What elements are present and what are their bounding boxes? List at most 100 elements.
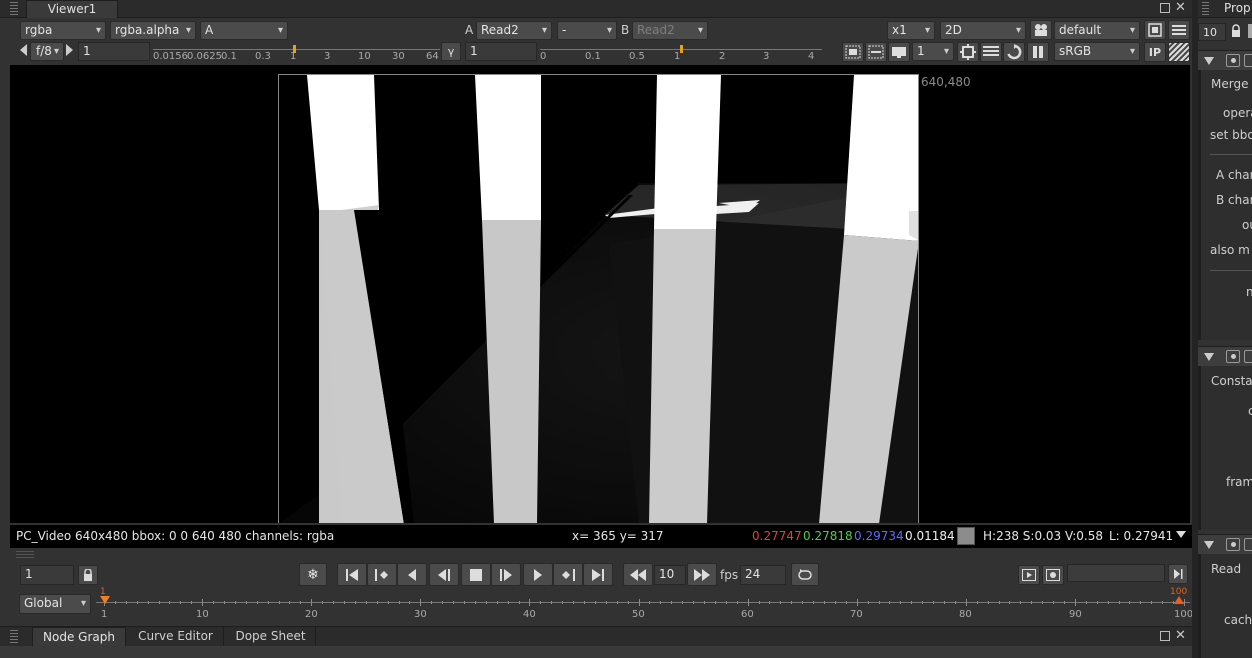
colorspace-dropdown[interactable]: sRGB [1054, 42, 1140, 61]
fps-input[interactable]: 24 [740, 565, 786, 585]
out-point-icon[interactable] [1174, 596, 1184, 604]
timeline-tick-label: 1 [101, 609, 108, 620]
pause-icon[interactable] [1027, 42, 1049, 62]
timeline-end-button[interactable] [1168, 564, 1188, 584]
zoom-dropdown[interactable]: x1 [887, 21, 935, 40]
proxy-monitor-icon[interactable] [888, 42, 910, 62]
close-bottom-pane-icon[interactable]: ✕ [1175, 628, 1186, 643]
stop-button[interactable] [461, 563, 491, 586]
timeline-tick [1020, 601, 1021, 604]
timeline-bar[interactable]: 1 10 20 30 40 50 60 70 80 90 100 1 100 [96, 587, 1193, 624]
constant-panel-header[interactable] [1198, 346, 1252, 366]
status-menu-icon[interactable] [1176, 531, 1186, 538]
play-forward-button[interactable] [491, 563, 521, 586]
next-keyframe-icon [562, 568, 575, 581]
merge-bbox-label: set bbo [1210, 128, 1252, 142]
gain-slider[interactable]: 0.0156 0.0625 0.1 0.3 1 3 10 30 64 [153, 44, 440, 62]
loop-button[interactable] [791, 563, 819, 586]
wipe-hatch-icon[interactable] [1168, 42, 1190, 62]
lock-panels-icon[interactable] [1230, 24, 1244, 38]
bottom-tab-grip-icon[interactable] [10, 630, 18, 644]
last-frame-icon [592, 568, 604, 581]
skip-frames-input[interactable]: 10 [654, 565, 686, 585]
next-frame-button[interactable] [523, 563, 553, 586]
a-input-dropdown[interactable]: Read2 [476, 21, 552, 40]
freeze-button[interactable]: ❄ [299, 563, 327, 586]
region-of-interest-icon[interactable] [842, 42, 864, 62]
merge-panel-header[interactable] [1198, 50, 1252, 70]
properties-panel: Prop 10 Merge opera set bbo A chan B cha… [1198, 0, 1252, 658]
flipbook-icon [1022, 569, 1036, 581]
refresh-icon[interactable] [1003, 42, 1025, 62]
clipping-warning-icon[interactable] [957, 42, 979, 62]
splitter-grip-icon[interactable] [16, 551, 34, 559]
gamma-input[interactable]: 1 [465, 42, 537, 61]
frame-input[interactable]: 1 [20, 565, 74, 585]
camera-icon[interactable] [1030, 20, 1052, 40]
gamma-slider[interactable]: 0 0.1 0.5 1 2 3 4 [540, 44, 822, 62]
gamma-toggle[interactable]: γ [441, 42, 461, 61]
input-process-toggle[interactable]: IP [1144, 42, 1166, 62]
play-backward-button[interactable] [429, 563, 459, 586]
playhead-icon[interactable] [100, 596, 110, 604]
float-bottom-pane-icon[interactable] [1160, 631, 1170, 641]
tab-viewer1[interactable]: Viewer1 [26, 0, 118, 18]
gain-increase-icon[interactable] [66, 44, 73, 56]
gain-input[interactable]: 1 [78, 42, 150, 61]
view-mode-dropdown[interactable]: 2D [940, 21, 1026, 40]
timeline-tick [1162, 601, 1163, 604]
fstop-dropdown[interactable]: f/8 [30, 42, 64, 61]
flipbook-button[interactable] [1018, 565, 1040, 585]
timeline-tick [1140, 601, 1141, 604]
render-button[interactable] [1042, 565, 1064, 585]
prev-keyframe-button[interactable] [367, 563, 397, 586]
timeline-tick [977, 601, 978, 604]
gain-decrease-icon[interactable] [20, 44, 27, 56]
tab-dope-sheet[interactable]: Dope Sheet [226, 627, 316, 647]
timeline-tick [1031, 601, 1032, 604]
properties-grip-icon[interactable] [1202, 2, 1209, 16]
first-frame-button[interactable] [337, 563, 367, 586]
timeline-tick [442, 601, 443, 604]
first-frame-icon [346, 568, 358, 581]
lock-frame-icon[interactable] [78, 565, 98, 585]
alpha-channel-dropdown[interactable]: rgba.alpha [110, 21, 196, 40]
tab-curve-editor[interactable]: Curve Editor [128, 627, 224, 647]
node-graph-area[interactable] [0, 646, 1192, 658]
prev-keyframe-icon [375, 568, 388, 581]
node-settings-icon[interactable] [1226, 538, 1240, 551]
properties-tab[interactable]: Prop [1224, 1, 1251, 15]
float-pane-icon[interactable] [1160, 3, 1170, 13]
timeline-range-dropdown[interactable]: Global [19, 594, 91, 614]
collapse-icon[interactable] [1204, 57, 1214, 65]
prev-frame-button[interactable] [397, 563, 427, 586]
input-a-channel-dropdown[interactable]: A [200, 21, 288, 40]
next-frame-icon [534, 568, 542, 581]
skip-back-button[interactable] [623, 563, 653, 586]
timeline-tick [126, 601, 127, 604]
skip-forward-button[interactable] [687, 563, 717, 586]
scanlines-icon[interactable] [980, 42, 1002, 62]
viewer-menu-icon[interactable] [1168, 20, 1190, 40]
viewer-tab-bar: Viewer1 ✕ [0, 0, 1192, 18]
next-keyframe-button[interactable] [553, 563, 583, 586]
tab-node-graph[interactable]: Node Graph [32, 627, 126, 647]
channels-dropdown[interactable]: rgba [20, 21, 106, 40]
compare-mode-dropdown[interactable]: - [557, 21, 617, 40]
last-frame-button[interactable] [583, 563, 613, 586]
node-settings-icon[interactable] [1226, 54, 1240, 67]
collapse-icon[interactable] [1204, 353, 1214, 361]
node-settings-icon[interactable] [1226, 350, 1240, 363]
b-input-dropdown[interactable]: Read2 [632, 21, 708, 40]
timeline-tick [366, 601, 367, 604]
max-panels-input[interactable]: 10 [1198, 23, 1226, 41]
lut-dropdown[interactable]: default [1054, 21, 1140, 40]
safe-area-icon[interactable] [865, 42, 887, 62]
viewer-settings-icon[interactable] [1144, 20, 1166, 40]
tab-grip-icon[interactable] [10, 2, 18, 16]
read-panel-header[interactable] [1198, 534, 1252, 554]
collapse-icon[interactable] [1204, 541, 1214, 549]
timeline-tick [235, 601, 236, 604]
proxy-scale-dropdown[interactable]: 1 [912, 42, 954, 61]
close-pane-icon[interactable]: ✕ [1175, 0, 1186, 15]
